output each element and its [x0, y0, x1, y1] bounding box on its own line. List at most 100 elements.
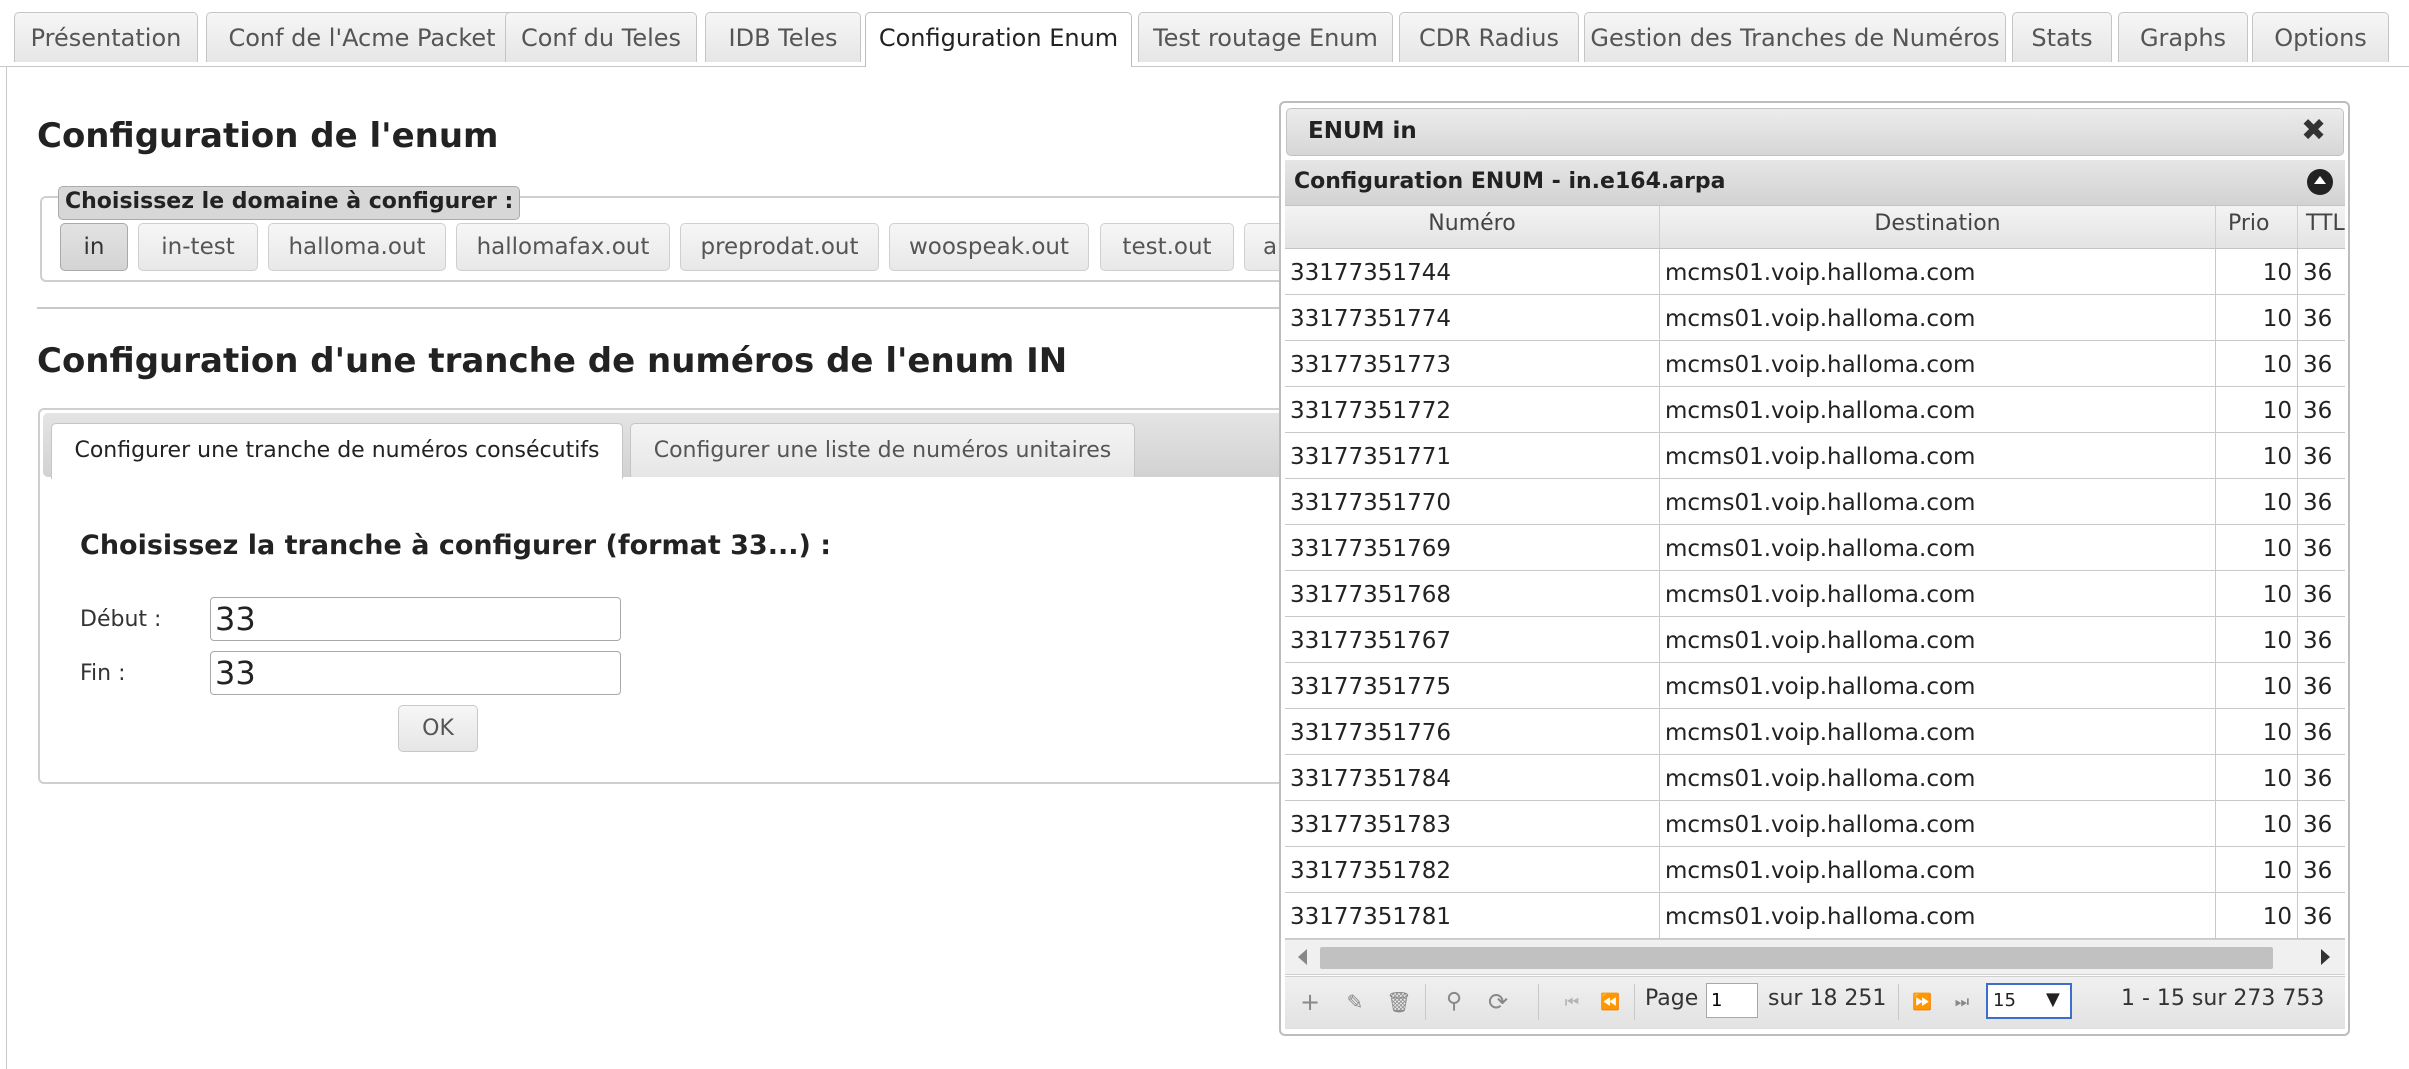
grid-header: Numéro Destination Prio TTL	[1285, 206, 2345, 249]
table-row[interactable]: 33177351784 mcms01.voip.halloma.com 10 36	[1285, 755, 2345, 801]
first-page-icon[interactable]: ⏮	[1558, 988, 1586, 1016]
column-header-destination[interactable]: Destination	[1660, 206, 2216, 248]
grid-body: 33177351744 mcms01.voip.halloma.com 10 36 33…	[1285, 249, 2345, 939]
cell-prio: 10	[2216, 525, 2298, 570]
cell-destination: mcms01.voip.halloma.com	[1660, 709, 2216, 754]
tab-options[interactable]: Options	[2252, 12, 2389, 62]
domain-button-in-test[interactable]: in-test	[138, 223, 258, 271]
start-label: Début :	[80, 607, 162, 632]
cell-destination: mcms01.voip.halloma.com	[1660, 479, 2216, 524]
cell-destination: mcms01.voip.halloma.com	[1660, 249, 2216, 294]
page-label: Page	[1645, 986, 1699, 1011]
domain-button-halloma-out[interactable]: halloma.out	[268, 223, 446, 271]
cell-prio: 10	[2216, 709, 2298, 754]
pager-separator	[1538, 984, 1539, 1020]
cell-prio: 10	[2216, 663, 2298, 708]
tab-conf-teles[interactable]: Conf du Teles	[505, 12, 697, 62]
cell-destination: mcms01.voip.halloma.com	[1660, 433, 2216, 478]
ok-button[interactable]: OK	[398, 705, 478, 752]
cell-ttl: 36	[2298, 525, 2345, 570]
plus-icon[interactable]: +	[1296, 988, 1324, 1016]
collapse-icon[interactable]	[2307, 169, 2333, 195]
scrollbar-thumb[interactable]	[1320, 947, 2273, 969]
domain-button-in[interactable]: in	[60, 223, 128, 271]
cell-ttl: 36	[2298, 801, 2345, 846]
cell-numero: 33177351784	[1285, 755, 1660, 800]
grid-caption: Configuration ENUM - in.e164.arpa	[1294, 169, 1726, 194]
cell-ttl: 36	[2298, 893, 2345, 938]
cell-prio: 10	[2216, 755, 2298, 800]
table-row[interactable]: 33177351781 mcms01.voip.halloma.com 10 36	[1285, 893, 2345, 939]
domain-button-hallomafax-out[interactable]: hallomafax.out	[456, 223, 670, 271]
table-row[interactable]: 33177351774 mcms01.voip.halloma.com 10 36	[1285, 295, 2345, 341]
table-row[interactable]: 33177351770 mcms01.voip.halloma.com 10 36	[1285, 479, 2345, 525]
tab-presentation[interactable]: Présentation	[14, 12, 198, 62]
table-row[interactable]: 33177351768 mcms01.voip.halloma.com 10 36	[1285, 571, 2345, 617]
cell-prio: 10	[2216, 801, 2298, 846]
prev-page-icon[interactable]: ⏪	[1596, 988, 1624, 1016]
cell-numero: 33177351781	[1285, 893, 1660, 938]
cell-destination: mcms01.voip.halloma.com	[1660, 893, 2216, 938]
refresh-icon[interactable]: ⟳	[1484, 988, 1512, 1016]
top-tab-bar: Présentation Conf de l'Acme Packet Conf …	[0, 0, 2409, 67]
cell-numero: 33177351774	[1285, 295, 1660, 340]
table-row[interactable]: 33177351783 mcms01.voip.halloma.com 10 36	[1285, 801, 2345, 847]
tab-cdr-radius[interactable]: CDR Radius	[1399, 12, 1579, 62]
search-icon[interactable]: ⚲	[1440, 988, 1468, 1016]
tab-test-routage-enum[interactable]: Test routage Enum	[1138, 12, 1393, 62]
cell-prio: 10	[2216, 571, 2298, 616]
cell-destination: mcms01.voip.halloma.com	[1660, 525, 2216, 570]
record-info: 1 - 15 sur 273 753	[2121, 986, 2325, 1011]
table-row[interactable]: 33177351776 mcms01.voip.halloma.com 10 36	[1285, 709, 2345, 755]
table-row[interactable]: 33177351773 mcms01.voip.halloma.com 10 36	[1285, 341, 2345, 387]
cell-ttl: 36	[2298, 847, 2345, 892]
scroll-left-icon[interactable]	[1298, 949, 1307, 965]
tab-configuration-enum[interactable]: Configuration Enum	[865, 12, 1132, 67]
close-icon[interactable]: ✖	[2301, 113, 2326, 148]
tab-stats[interactable]: Stats	[2012, 12, 2112, 62]
table-row[interactable]: 33177351767 mcms01.voip.halloma.com 10 36	[1285, 617, 2345, 663]
domain-button-preprodat-out[interactable]: preprodat.out	[680, 223, 879, 271]
tab-conf-acme-packet[interactable]: Conf de l'Acme Packet	[206, 12, 518, 62]
cell-destination: mcms01.voip.halloma.com	[1660, 341, 2216, 386]
table-row[interactable]: 33177351769 mcms01.voip.halloma.com 10 36	[1285, 525, 2345, 571]
dialog-titlebar[interactable]	[1286, 108, 2344, 156]
table-row[interactable]: 33177351782 mcms01.voip.halloma.com 10 36	[1285, 847, 2345, 893]
column-header-numero[interactable]: Numéro	[1285, 206, 1660, 248]
domain-button-woospeak-out[interactable]: woospeak.out	[889, 223, 1089, 271]
table-row[interactable]: 33177351772 mcms01.voip.halloma.com 10 36	[1285, 387, 2345, 433]
cell-numero: 33177351767	[1285, 617, 1660, 662]
tab-unit-list[interactable]: Configurer une liste de numéros unitaire…	[630, 423, 1135, 477]
cell-numero: 33177351744	[1285, 249, 1660, 294]
tab-idb-teles[interactable]: IDB Teles	[705, 12, 861, 62]
trash-icon[interactable]: 🗑	[1385, 988, 1413, 1016]
last-page-icon[interactable]: ⏭	[1948, 988, 1976, 1016]
end-input[interactable]	[210, 651, 621, 695]
column-header-prio[interactable]: Prio	[2216, 206, 2298, 248]
cell-numero: 33177351782	[1285, 847, 1660, 892]
pencil-icon[interactable]: ✎	[1341, 988, 1369, 1016]
tab-gestion-tranches[interactable]: Gestion des Tranches de Numéros	[1584, 12, 2006, 62]
cell-numero: 33177351776	[1285, 709, 1660, 754]
dialog-title: ENUM in	[1308, 118, 1417, 144]
tab-graphs[interactable]: Graphs	[2118, 12, 2248, 62]
range-form-heading: Choisissez la tranche à configurer (form…	[80, 530, 832, 561]
pager-separator	[1898, 984, 1899, 1020]
column-header-ttl[interactable]: TTL	[2298, 206, 2345, 248]
cell-prio: 10	[2216, 479, 2298, 524]
start-input[interactable]	[210, 597, 621, 641]
domain-button-test-out[interactable]: test.out	[1100, 223, 1234, 271]
table-row[interactable]: 33177351771 mcms01.voip.halloma.com 10 36	[1285, 433, 2345, 479]
scroll-right-icon[interactable]	[2321, 949, 2330, 965]
cell-destination: mcms01.voip.halloma.com	[1660, 755, 2216, 800]
chevron-down-icon[interactable]: ▼	[2046, 984, 2060, 1016]
table-row[interactable]: 33177351744 mcms01.voip.halloma.com 10 36	[1285, 249, 2345, 295]
next-page-icon[interactable]: ⏩	[1908, 988, 1936, 1016]
tab-consecutive-range[interactable]: Configurer une tranche de numéros conséc…	[51, 423, 623, 479]
page-number-input[interactable]	[1706, 983, 1758, 1018]
cell-destination: mcms01.voip.halloma.com	[1660, 617, 2216, 662]
table-row[interactable]: 33177351775 mcms01.voip.halloma.com 10 36	[1285, 663, 2345, 709]
cell-prio: 10	[2216, 341, 2298, 386]
page-title: Configuration de l'enum	[37, 116, 499, 156]
pager-separator	[1634, 984, 1635, 1020]
